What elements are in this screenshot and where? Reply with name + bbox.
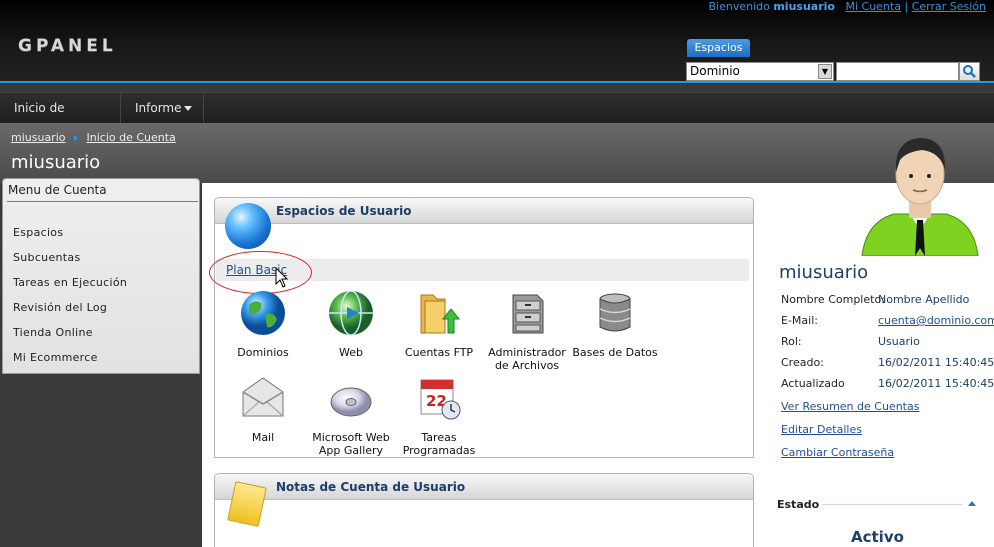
account-menu: Menu de Cuenta Espacios Subcuentas Tarea… (2, 178, 200, 374)
tile-label: Bases de Datos (572, 346, 658, 359)
search-button[interactable] (959, 62, 980, 81)
tile-databases[interactable]: Bases de Datos (572, 289, 658, 359)
page-title: miusuario (11, 152, 101, 173)
user-notes-panel: Notas de Cuenta de Usuario (214, 473, 754, 547)
profile-name: miusuario (779, 262, 869, 283)
logout-link[interactable]: Cerrar Sesión (912, 0, 986, 13)
globe-icon (241, 291, 285, 335)
search-type-value: Dominio (690, 64, 740, 78)
status-value: Activo (851, 528, 904, 546)
field-value-created: 16/02/2011 15:40:45 (878, 356, 994, 369)
menu-item-spaces[interactable]: Espacios (13, 226, 63, 239)
field-label-created: Creado: (781, 356, 824, 369)
tile-mail[interactable]: Mail (220, 374, 306, 444)
panel-header: Notas de Cuenta de Usuario (215, 474, 753, 500)
field-label-role: Rol: (781, 335, 802, 348)
status-heading: Estado (777, 498, 820, 511)
breadcrumb-arrow-icon (74, 135, 78, 141)
tile-ftp-accounts[interactable]: Cuentas FTP (396, 289, 482, 359)
breadcrumb: miusuario Inicio de Cuenta (11, 131, 176, 144)
sticky-note-icon (227, 481, 267, 527)
menu-item-online-store[interactable]: Tienda Online (13, 326, 93, 339)
menu-divider (7, 201, 198, 202)
breadcrumb-account-home[interactable]: Inicio de Cuenta (87, 131, 176, 144)
panel-title: Espacios de Usuario (276, 204, 412, 218)
welcome-text: Bienvenido (708, 0, 770, 13)
app-logo[interactable]: GPANEL (18, 36, 117, 56)
search-icon (963, 65, 976, 78)
calendar-clock-icon: 22 (420, 379, 461, 420)
mouse-cursor-icon (275, 267, 289, 288)
tile-label: Microsoft Web App Gallery (312, 431, 390, 457)
view-accounts-summary-link[interactable]: Ver Resumen de Cuentas (781, 400, 919, 413)
user-spaces-panel: Espacios de Usuario Plan Basic Dominios … (209, 197, 754, 458)
chevron-down-icon[interactable]: ▼ (818, 64, 832, 79)
web-globe-icon (329, 290, 373, 336)
disc-icon (330, 387, 372, 417)
field-value-role: Usuario (878, 335, 920, 348)
tile-label: Web (339, 346, 363, 359)
tile-label: Cuentas FTP (404, 346, 474, 359)
menu-item-subaccounts[interactable]: Subcuentas (13, 251, 80, 264)
collapse-arrow-icon[interactable] (968, 501, 976, 506)
tile-label: Mail (251, 431, 275, 444)
account-menu-title: Menu de Cuenta (8, 183, 107, 197)
status-divider (822, 504, 962, 505)
menu-item-my-ecommerce[interactable]: Mi Ecommerce (13, 351, 98, 364)
breadcrumb-user[interactable]: miusuario (11, 131, 66, 144)
menu-item-running-tasks[interactable]: Tareas en Ejecución (13, 276, 127, 289)
my-account-link[interactable]: Mi Cuenta (845, 0, 901, 13)
tile-file-manager[interactable]: Administrador de Archivos (484, 289, 570, 372)
nav-item-report-label: Informe (135, 101, 182, 115)
links-separator: | (904, 0, 909, 13)
panel-title: Notas de Cuenta de Usuario (276, 480, 466, 494)
field-value-updated: 16/02/2011 15:40:45 (878, 377, 994, 390)
change-password-link[interactable]: Cambiar Contraseña (781, 446, 894, 459)
caret-down-icon (184, 106, 192, 111)
field-label-full-name: Nombre Completo: (781, 293, 885, 306)
spaces-globe-icon (225, 203, 271, 249)
search-type-select[interactable]: Dominio ▼ (686, 62, 834, 81)
main-nav: Inicio de Cuenta Informe (0, 92, 994, 145)
field-value-email[interactable]: cuenta@dominio.com.ar (878, 314, 994, 327)
ftp-folder-icon (420, 294, 461, 334)
nav-item-account-home[interactable]: Inicio de Cuenta (0, 93, 121, 145)
field-value-full-name: Nombre Apellido (878, 293, 970, 306)
header-accent-line (0, 81, 994, 83)
avatar (861, 138, 979, 256)
header-bar: GPANEL Bienvenido miusuario Mi Cuenta | … (0, 0, 994, 84)
highlight-circle (209, 251, 312, 294)
search-input[interactable] (836, 62, 959, 81)
user-links: Bienvenido miusuario Mi Cuenta | Cerrar … (708, 0, 986, 13)
tile-web-app-gallery[interactable]: Microsoft Web App Gallery (308, 374, 394, 457)
envelope-icon (242, 377, 284, 417)
file-cabinet-icon (512, 294, 544, 334)
welcome-username: miusuario (773, 0, 835, 13)
search-scope-tab[interactable]: Espacios (687, 39, 750, 57)
nav-item-report[interactable]: Informe (121, 93, 204, 124)
tile-domains[interactable]: Dominios (220, 289, 306, 359)
tile-web[interactable]: Web (308, 289, 394, 359)
database-icon (599, 293, 631, 332)
field-label-email: E-Mail: (781, 314, 818, 327)
edit-details-link[interactable]: Editar Detalles (781, 423, 862, 436)
tile-scheduled-tasks[interactable]: 22 Tareas Programadas (396, 374, 482, 457)
menu-item-log-review[interactable]: Revisión del Log (13, 301, 107, 314)
tile-label: Tareas Programadas (402, 431, 476, 457)
tile-label: Dominios (237, 346, 289, 359)
tile-label: Administrador de Archivos (488, 346, 566, 372)
panel-header: Espacios de Usuario (215, 198, 753, 224)
field-label-updated: Actualizado (781, 377, 845, 390)
